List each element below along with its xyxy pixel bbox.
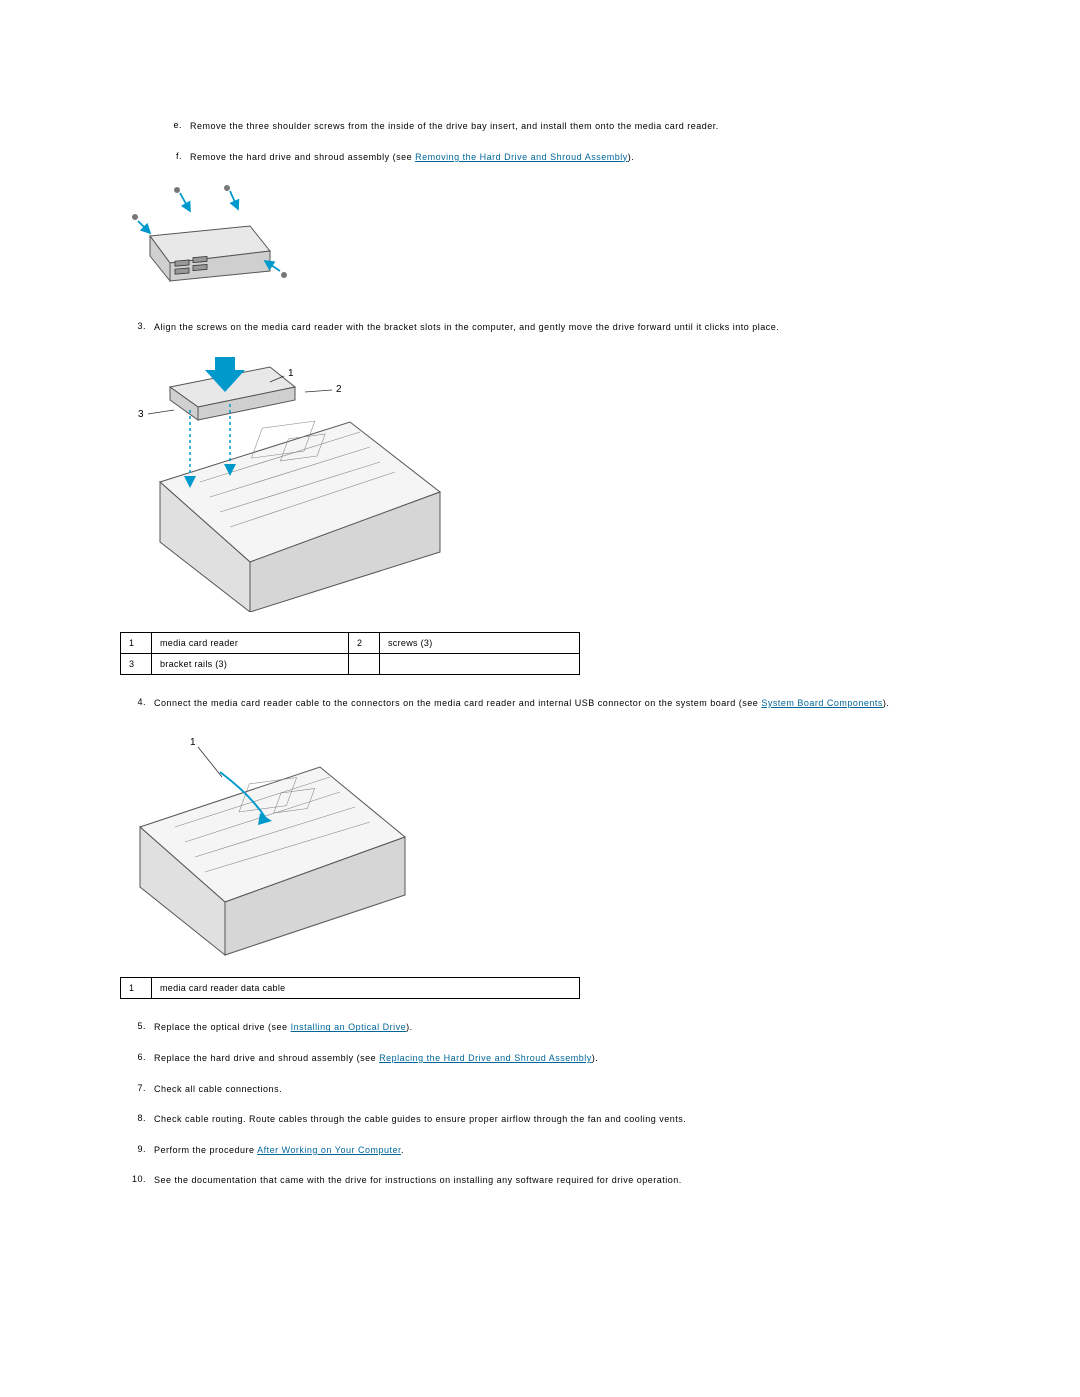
step-10: 10. See the documentation that came with… — [120, 1174, 960, 1187]
step-text: See the documentation that came with the… — [154, 1174, 960, 1187]
step-8: 8. Check cable routing. Route cables thr… — [120, 1113, 960, 1126]
callout-1: 1 — [190, 737, 196, 748]
step-marker: 8. — [120, 1113, 154, 1126]
text-fragment: ). — [406, 1022, 413, 1032]
steps-numeric: 5. Replace the optical drive (see Instal… — [120, 1021, 960, 1187]
text-fragment: Connect the media card reader cable to t… — [154, 698, 761, 708]
callout-table-1: 1 media card reader 2 screws (3) 3 brack… — [120, 632, 580, 675]
callout-2: 2 — [336, 384, 342, 395]
text-fragment: ). — [592, 1053, 599, 1063]
step-marker: 5. — [120, 1021, 154, 1034]
step-marker: f. — [156, 151, 190, 164]
step-marker: 3. — [120, 321, 154, 334]
step-4: 4. Connect the media card reader cable t… — [120, 697, 960, 710]
document-page: e. Remove the three shoulder screws from… — [0, 0, 1080, 1397]
step-5: 5. Replace the optical drive (see Instal… — [120, 1021, 960, 1034]
step-text: Perform the procedure After Working on Y… — [154, 1144, 960, 1157]
link-after-working[interactable]: After Working on Your Computer — [257, 1145, 401, 1155]
step-text: Connect the media card reader cable to t… — [154, 697, 960, 710]
text-fragment: ). — [628, 152, 635, 162]
step-marker: 6. — [120, 1052, 154, 1065]
text-fragment: Replace the optical drive (see — [154, 1022, 291, 1032]
callout-3: 3 — [138, 409, 144, 420]
substep-f: f. Remove the hard drive and shroud asse… — [156, 151, 960, 164]
cell: 1 — [121, 632, 152, 653]
text-fragment: Perform the procedure — [154, 1145, 257, 1155]
cell — [380, 653, 580, 674]
link-replace-hdd-shroud[interactable]: Replacing the Hard Drive and Shroud Asse… — [379, 1053, 592, 1063]
step-text: Check all cable connections. — [154, 1083, 960, 1096]
illustration-icon: 1 — [120, 727, 420, 957]
illustration-icon — [120, 181, 300, 301]
step-text: Replace the hard drive and shroud assemb… — [154, 1052, 960, 1065]
step-text: Replace the optical drive (see Installin… — [154, 1021, 960, 1034]
text-fragment: . — [401, 1145, 404, 1155]
cell: media card reader — [152, 632, 349, 653]
callout-table-2: 1 media card reader data cable — [120, 977, 580, 999]
step-3: 3. Align the screws on the media card re… — [120, 321, 960, 334]
step-marker: 10. — [120, 1174, 154, 1187]
step-text: Remove the hard drive and shroud assembl… — [190, 151, 960, 164]
step-6: 6. Replace the hard drive and shroud ass… — [120, 1052, 960, 1065]
substeps-alpha: e. Remove the three shoulder screws from… — [120, 120, 960, 163]
cell: bracket rails (3) — [152, 653, 349, 674]
step-marker: 9. — [120, 1144, 154, 1157]
step-text: Check cable routing. Route cables throug… — [154, 1113, 960, 1126]
illustration-icon: 1 2 3 — [120, 352, 460, 612]
step-marker: 7. — [120, 1083, 154, 1096]
step-text: Align the screws on the media card reade… — [154, 321, 960, 334]
substep-e: e. Remove the three shoulder screws from… — [156, 120, 960, 133]
cell: 1 — [121, 978, 152, 999]
step-9: 9. Perform the procedure After Working o… — [120, 1144, 960, 1157]
figure-media-card-reader-screws — [120, 181, 960, 301]
callout-1: 1 — [288, 368, 294, 379]
cell: screws (3) — [380, 632, 580, 653]
text-fragment: Replace the hard drive and shroud assemb… — [154, 1053, 379, 1063]
cell — [349, 653, 380, 674]
step-7: 7. Check all cable connections. — [120, 1083, 960, 1096]
step-marker: e. — [156, 120, 190, 133]
figure-cable-connect: 1 — [120, 727, 960, 957]
step-marker: 4. — [120, 697, 154, 710]
cell: 2 — [349, 632, 380, 653]
link-removing-hdd-shroud[interactable]: Removing the Hard Drive and Shroud Assem… — [415, 152, 628, 162]
table-row: 3 bracket rails (3) — [121, 653, 580, 674]
cell: media card reader data cable — [152, 978, 580, 999]
cell: 3 — [121, 653, 152, 674]
link-install-optical-drive[interactable]: Installing an Optical Drive — [291, 1022, 407, 1032]
figure-install-reader-chassis: 1 2 3 — [120, 352, 960, 612]
link-system-board-components[interactable]: System Board Components — [761, 698, 883, 708]
text-fragment: ). — [883, 698, 890, 708]
text-fragment: Remove the hard drive and shroud assembl… — [190, 152, 415, 162]
table-row: 1 media card reader 2 screws (3) — [121, 632, 580, 653]
table-row: 1 media card reader data cable — [121, 978, 580, 999]
step-text: Remove the three shoulder screws from th… — [190, 120, 960, 133]
